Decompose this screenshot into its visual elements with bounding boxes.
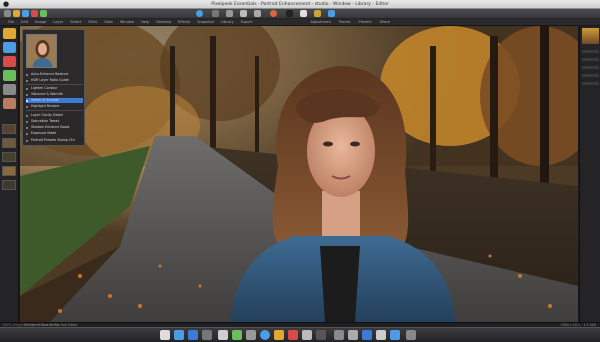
menu-help[interactable]: Help [141, 19, 149, 25]
menu-item[interactable]: Exposure Mode [26, 131, 83, 136]
color-button[interactable] [270, 10, 277, 17]
maps-icon[interactable] [348, 330, 358, 340]
menu-item[interactable]: Auto-Enhance Balance [26, 72, 83, 77]
menu-share[interactable]: Share [380, 19, 390, 26]
safari-icon[interactable] [188, 330, 198, 340]
library-thumbnail[interactable] [2, 124, 16, 134]
panel-row[interactable] [582, 50, 599, 53]
browser-icon[interactable] [260, 330, 270, 340]
menu-effects[interactable]: Effects [178, 19, 190, 25]
clone-tool-icon[interactable] [3, 98, 16, 109]
menu-item[interactable]: Highlight Restore [26, 104, 83, 109]
menu-separator [26, 84, 83, 85]
panel-row[interactable] [582, 58, 599, 61]
menu-item-selected[interactable]: Soften & Smooth [26, 98, 83, 103]
menu-image[interactable]: Image [35, 19, 46, 25]
preview-thumbnail [26, 34, 57, 68]
library-thumbnail[interactable] [2, 138, 16, 148]
dock [0, 327, 600, 342]
save-button[interactable] [22, 10, 29, 17]
library-thumbnail[interactable] [2, 180, 16, 190]
menu-file[interactable]: File [8, 19, 14, 25]
terminal-icon[interactable] [316, 330, 326, 340]
calendar-icon[interactable] [288, 330, 298, 340]
brush-tool-icon[interactable] [3, 56, 16, 67]
home-button[interactable] [4, 10, 11, 17]
app-menu-row: File Edit Image Layer Select Filter View… [0, 19, 600, 26]
select-tool-icon[interactable] [3, 42, 16, 53]
menu-filter[interactable]: Filter [88, 19, 97, 25]
app-toolbar [0, 9, 600, 19]
redo-button[interactable] [40, 10, 47, 17]
library-thumbnail[interactable] [2, 166, 16, 176]
menu-view[interactable]: View [104, 19, 113, 25]
menu-develop[interactable]: Develop [156, 19, 171, 25]
preview-icon[interactable] [302, 330, 312, 340]
menu-item[interactable]: Vibrance & Warmth [26, 92, 83, 97]
music-icon[interactable] [334, 330, 344, 340]
downloads-icon[interactable] [390, 330, 400, 340]
library-thumbnail[interactable] [2, 152, 16, 162]
trash-icon[interactable] [406, 330, 416, 340]
menu-adjustment[interactable]: Adjustment [310, 19, 331, 26]
menu-snapshot[interactable]: Snapshot [197, 19, 214, 25]
messages-icon[interactable] [232, 330, 242, 340]
menu-layer[interactable]: Layer [53, 19, 63, 25]
menu-select[interactable]: Select [70, 19, 81, 25]
text-button[interactable] [300, 10, 307, 17]
menu-edit[interactable]: Edit [21, 19, 28, 25]
panel-row[interactable] [582, 66, 599, 69]
menu-separator [26, 110, 83, 111]
menu-item[interactable]: Shadow Enhance Boost [26, 125, 83, 130]
open-button[interactable] [13, 10, 20, 17]
brush-button[interactable] [240, 10, 247, 17]
preview-image [27, 35, 56, 67]
image-canvas[interactable] [20, 26, 578, 322]
panel-row[interactable] [582, 82, 599, 85]
tool-strip [0, 26, 19, 322]
settings-icon[interactable] [246, 330, 256, 340]
window-title: Pixelpeek Essentials - Portrait Enhancem… [211, 2, 389, 7]
mask-button[interactable] [286, 10, 293, 17]
files-icon[interactable] [376, 330, 386, 340]
finder-icon[interactable] [160, 330, 170, 340]
notes-icon[interactable] [274, 330, 284, 340]
menu-library[interactable]: Library [221, 19, 234, 25]
system-menubar: ● Pixelpeek Essentials - Portrait Enhanc… [0, 0, 600, 9]
editor-app-icon[interactable] [362, 330, 372, 340]
menu-export[interactable]: Export [241, 19, 253, 25]
menu-item[interactable]: Saturation Tweak [26, 119, 83, 124]
zoom-button[interactable] [196, 10, 203, 17]
export-button[interactable] [314, 10, 321, 17]
mail-icon[interactable] [202, 330, 212, 340]
menu-item[interactable]: Portrait Presets Stamp Ctrl [26, 138, 83, 143]
portrait-photo [20, 26, 578, 322]
menu-panels[interactable]: Panels [339, 19, 351, 26]
adjustment-popup: Auto-Enhance Balance HDR Layer Ratio Gui… [22, 29, 85, 146]
heal-button[interactable] [254, 10, 261, 17]
crop-button[interactable] [226, 10, 233, 17]
photos-icon[interactable] [218, 330, 228, 340]
panel-row[interactable] [582, 74, 599, 77]
grid-button[interactable] [212, 10, 219, 17]
crop-tool-icon[interactable] [3, 70, 16, 81]
navigator-thumbnail[interactable] [582, 28, 599, 44]
menu-window[interactable]: Window [120, 19, 134, 25]
menu-item[interactable]: HDR Layer Ratio Guide [26, 78, 83, 83]
menu-item[interactable]: Layer Clarity Detail [26, 113, 83, 118]
share-button[interactable] [328, 10, 335, 17]
move-tool-icon[interactable] [3, 28, 16, 39]
right-panel [579, 26, 600, 322]
menu-presets[interactable]: Presets [359, 19, 372, 26]
eraser-tool-icon[interactable] [3, 84, 16, 95]
panel-menu-group: Adjustment Panels Presets Share [310, 19, 390, 26]
app-store-icon[interactable] [174, 330, 184, 340]
undo-button[interactable] [31, 10, 38, 17]
menu-item[interactable]: Lighten Contour [26, 86, 83, 91]
